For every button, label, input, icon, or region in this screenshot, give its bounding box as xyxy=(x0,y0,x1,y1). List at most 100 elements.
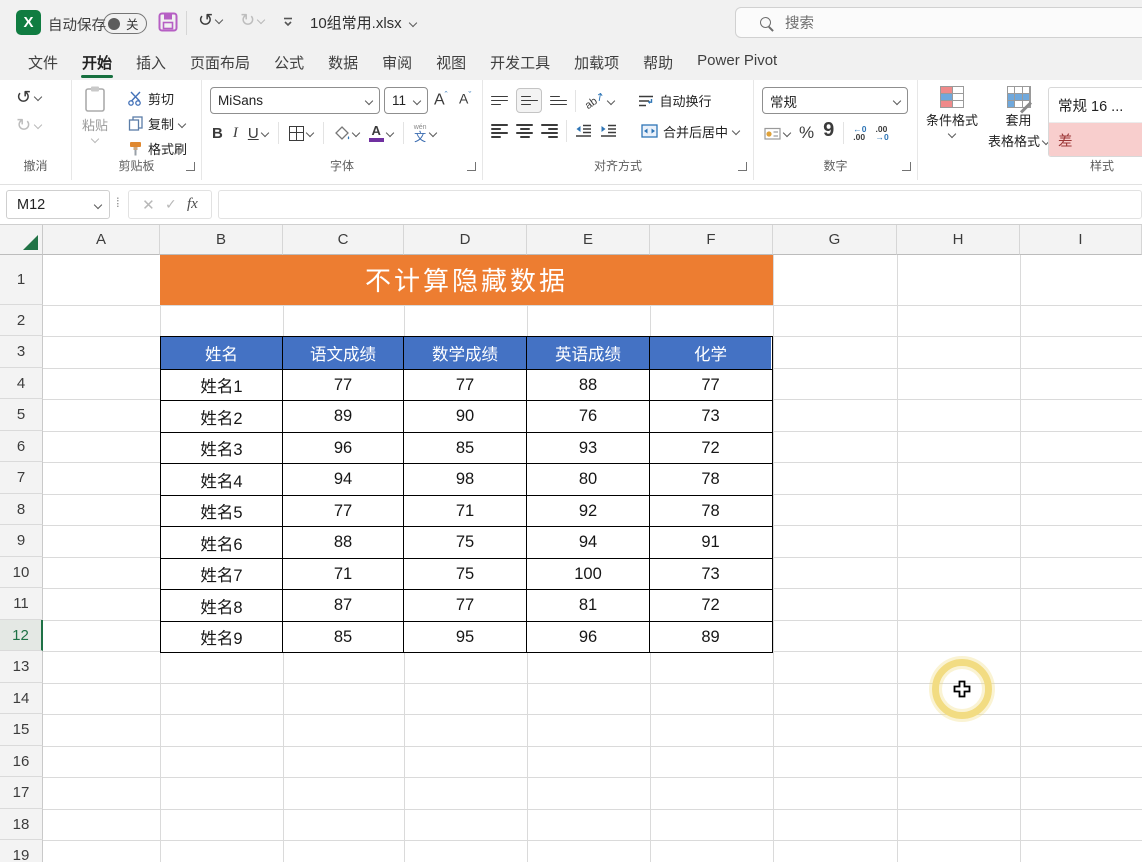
ribbon-tab[interactable]: 帮助 xyxy=(631,44,685,81)
table-header-cell[interactable]: 数学成绩 xyxy=(404,337,527,369)
italic-button[interactable]: I xyxy=(233,125,238,142)
row-header[interactable]: 10 xyxy=(0,557,43,589)
table-cell[interactable]: 71 xyxy=(404,496,527,527)
row-header[interactable]: 14 xyxy=(0,683,43,715)
orientation-button[interactable]: ab↗ xyxy=(584,94,614,107)
table-cell[interactable]: 80 xyxy=(527,464,650,495)
table-cell[interactable]: 姓名1 xyxy=(161,370,283,401)
column-header[interactable]: C xyxy=(283,225,404,255)
excel-app-icon[interactable]: X xyxy=(16,10,41,35)
undo-button[interactable]: ↺ xyxy=(198,11,222,29)
table-cell[interactable]: 77 xyxy=(283,496,404,527)
table-cell[interactable]: 姓名3 xyxy=(161,433,283,464)
table-cell[interactable]: 96 xyxy=(527,622,650,653)
table-header-cell[interactable]: 姓名 xyxy=(161,337,283,369)
cell-styles-gallery[interactable]: 常规 16 ... 差 xyxy=(1048,87,1142,157)
column-header[interactable]: H xyxy=(897,225,1020,255)
save-icon[interactable] xyxy=(157,11,179,33)
table-cell[interactable]: 96 xyxy=(283,433,404,464)
font-name-combo[interactable]: MiSans xyxy=(210,87,380,114)
search-box[interactable]: 搜索 xyxy=(735,7,1142,38)
dialog-launcher-icon[interactable] xyxy=(467,162,476,171)
row-header[interactable]: 2 xyxy=(0,305,43,337)
increase-decimal-button[interactable]: ←0.00 xyxy=(853,125,866,142)
align-left-icon[interactable] xyxy=(491,124,508,138)
row-header[interactable]: 1 xyxy=(0,255,43,305)
table-cell[interactable]: 77 xyxy=(404,590,527,621)
table-cell[interactable]: 88 xyxy=(527,370,650,401)
borders-button[interactable] xyxy=(289,126,313,141)
formula-input[interactable] xyxy=(218,190,1142,219)
conditional-formatting-button[interactable]: 条件格式 xyxy=(926,86,978,137)
undo-button[interactable]: ↺ xyxy=(16,88,41,106)
dialog-launcher-icon[interactable] xyxy=(186,162,195,171)
row-header[interactable]: 6 xyxy=(0,431,43,463)
ribbon-tab[interactable]: 视图 xyxy=(424,44,478,81)
ribbon-tab[interactable]: 文件 xyxy=(16,44,70,81)
accounting-format-button[interactable] xyxy=(764,126,790,141)
redo-button[interactable]: ↻ xyxy=(240,11,264,29)
column-header[interactable]: I xyxy=(1020,225,1142,255)
wrap-text-button[interactable]: 自动换行 xyxy=(638,91,711,110)
table-header-cell[interactable]: 化学 xyxy=(650,337,771,369)
column-header[interactable]: B xyxy=(160,225,283,255)
column-header[interactable]: G xyxy=(773,225,897,255)
ribbon-tab[interactable]: 公式 xyxy=(262,44,316,81)
select-all-button[interactable] xyxy=(0,225,43,255)
table-cell[interactable]: 88 xyxy=(283,527,404,558)
table-cell[interactable]: 85 xyxy=(404,433,527,464)
copy-button[interactable]: 复制 xyxy=(128,114,185,133)
table-cell[interactable]: 77 xyxy=(650,370,771,401)
cell-style-bad[interactable]: 差 xyxy=(1049,123,1142,157)
phonetic-button[interactable]: wén文 xyxy=(414,124,436,143)
table-cell[interactable]: 姓名9 xyxy=(161,622,283,653)
table-cell[interactable]: 72 xyxy=(650,433,771,464)
shrink-font-button[interactable]: Aˇ xyxy=(459,90,471,107)
table-cell[interactable]: 72 xyxy=(650,590,771,621)
row-header[interactable]: 5 xyxy=(0,399,43,431)
table-cell[interactable]: 89 xyxy=(650,622,771,653)
row-header[interactable]: 18 xyxy=(0,809,43,841)
merge-center-button[interactable]: 合并后居中 xyxy=(641,122,739,141)
column-header[interactable]: E xyxy=(527,225,650,255)
table-cell[interactable]: 91 xyxy=(650,527,771,558)
table-cell[interactable]: 95 xyxy=(404,622,527,653)
align-top-icon[interactable] xyxy=(491,96,508,106)
table-cell[interactable]: 92 xyxy=(527,496,650,527)
row-header[interactable]: 15 xyxy=(0,714,43,746)
align-center-icon[interactable] xyxy=(516,124,533,138)
ribbon-tab[interactable]: 审阅 xyxy=(370,44,424,81)
row-header[interactable]: 17 xyxy=(0,777,43,809)
row-header[interactable]: 9 xyxy=(0,525,43,557)
fill-color-button[interactable] xyxy=(334,126,359,141)
table-cell[interactable]: 81 xyxy=(527,590,650,621)
dialog-launcher-icon[interactable] xyxy=(738,162,747,171)
table-cell[interactable]: 75 xyxy=(404,527,527,558)
row-header[interactable]: 7 xyxy=(0,462,43,494)
align-bottom-icon[interactable] xyxy=(550,96,567,106)
table-cell[interactable]: 姓名6 xyxy=(161,527,283,558)
row-header[interactable]: 11 xyxy=(0,588,43,620)
table-cell[interactable]: 75 xyxy=(404,559,527,590)
table-cell[interactable]: 73 xyxy=(650,401,771,432)
number-format-combo[interactable]: 常规 xyxy=(762,87,908,114)
table-cell[interactable]: 姓名2 xyxy=(161,401,283,432)
file-name[interactable]: 10组常用.xlsx xyxy=(310,12,416,33)
ribbon-tab[interactable]: 页面布局 xyxy=(178,44,262,81)
decrease-decimal-button[interactable]: .00→0 xyxy=(875,125,888,142)
bold-button[interactable]: B xyxy=(212,125,223,142)
column-header[interactable]: A xyxy=(43,225,160,255)
table-header-cell[interactable]: 英语成绩 xyxy=(527,337,650,369)
table-cell[interactable]: 94 xyxy=(283,464,404,495)
comma-style-button[interactable]: 9 xyxy=(823,124,834,136)
table-cell[interactable]: 89 xyxy=(283,401,404,432)
ribbon-tab[interactable]: 开发工具 xyxy=(478,44,562,81)
row-header[interactable]: 13 xyxy=(0,651,43,683)
table-cell[interactable]: 姓名5 xyxy=(161,496,283,527)
row-header[interactable]: 8 xyxy=(0,494,43,526)
decrease-indent-icon[interactable] xyxy=(575,124,592,138)
align-middle-icon[interactable] xyxy=(516,88,542,113)
underline-button[interactable]: U xyxy=(248,125,268,142)
cancel-icon[interactable]: ✕ xyxy=(142,196,155,214)
sheet-body[interactable]: 1234567891011 12 13141516171819 不计算隐藏数据 … xyxy=(0,255,1142,862)
